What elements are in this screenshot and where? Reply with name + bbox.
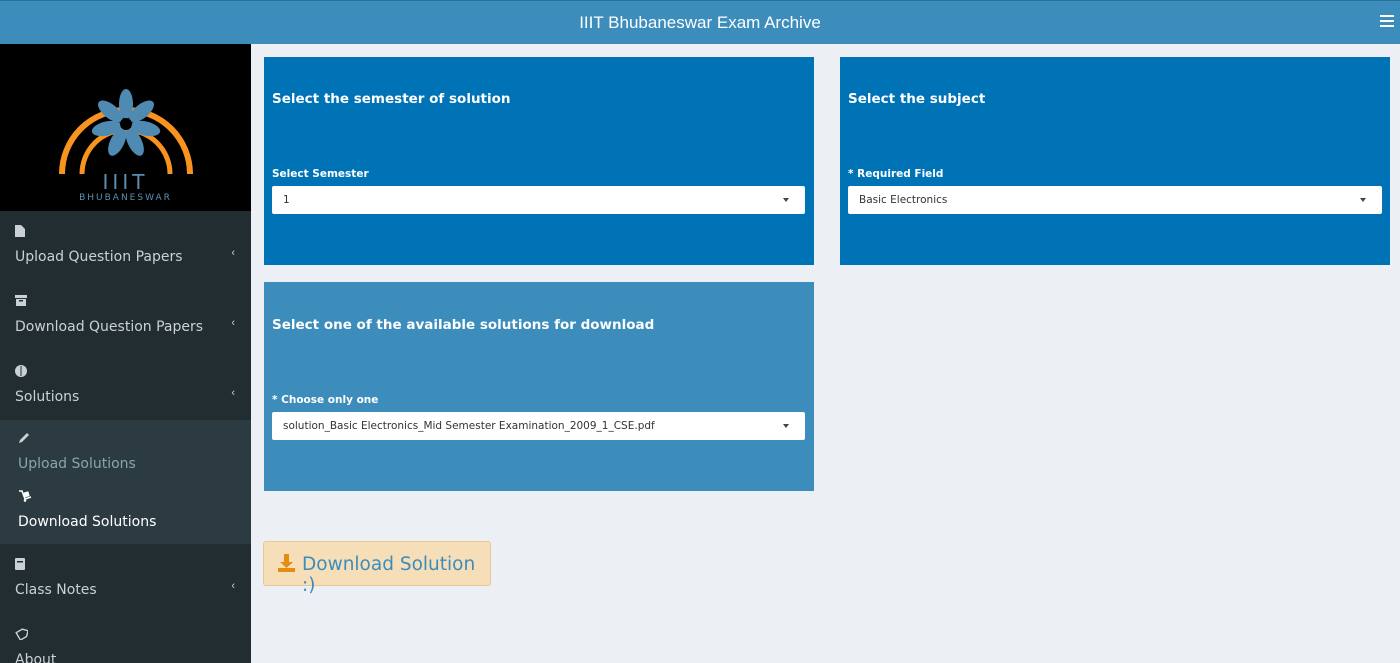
caret-down-icon [1360,198,1366,202]
submenu-item-download-solutions[interactable]: Download Solutions [0,482,251,540]
sidebar-item-class-notes[interactable]: Class Notes ‹ [0,544,251,614]
dolly-icon [18,490,32,505]
sidebar-item-label: Solutions [15,389,80,405]
caret-down-icon [783,424,789,428]
chevron-left-icon: ‹ [231,580,235,592]
solution-file-select[interactable]: solution_Basic Electronics_Mid Semester … [272,412,805,440]
app-title: IIIT Bhubaneswar Exam Archive [579,13,821,32]
logo-text: IIIT [102,170,149,194]
pencil-icon [18,432,30,447]
sidebar-item-solutions[interactable]: Solutions ‹ [0,351,251,421]
caret-down-icon [783,198,789,202]
subject-select-value: Basic Electronics [859,194,948,206]
submenu-item-label: Upload Solutions [18,456,136,472]
file-icon [15,225,27,237]
solutions-submenu: Upload Solutions Download Solutions [0,420,251,544]
archive-icon [15,295,27,307]
book-icon [15,558,27,570]
download-icon [277,554,296,578]
logo-subtext: BHUBANESWAR [79,193,172,203]
subject-label: * Required Field [848,168,944,180]
submenu-item-upload-solutions[interactable]: Upload Solutions [0,424,251,482]
chevron-left-icon: ‹ [231,247,235,259]
solutions-label: * Choose only one [272,394,379,406]
semester-panel: Select the semester of solution Select S… [264,57,814,265]
chevron-left-icon: ‹ [231,387,235,399]
sidebar-item-label: About [15,652,57,663]
solutions-panel-title: Select one of the available solutions fo… [272,317,655,333]
sidebar-item-upload-question-papers[interactable]: Upload Question Papers ‹ [0,211,251,281]
semester-label: Select Semester [272,168,369,180]
sidebar-item-download-question-papers[interactable]: Download Question Papers ‹ [0,281,251,351]
sidebar-item-label: Upload Question Papers [15,249,183,265]
iiit-logo: IIIT BHUBANESWAR [0,44,251,211]
solution-file-select-value: solution_Basic Electronics_Mid Semester … [283,420,655,432]
semester-panel-title: Select the semester of solution [272,91,511,107]
submenu-item-label: Download Solutions [18,514,157,530]
solutions-panel: Select one of the available solutions fo… [264,282,814,491]
semester-select-value: 1 [283,194,290,206]
semester-select[interactable]: 1 [272,186,805,214]
subject-panel-title: Select the subject [848,91,986,107]
chevron-left-icon: ‹ [231,317,235,329]
sidebar-item-label: Download Question Papers [15,319,204,335]
logo-emblem-icon [59,89,193,174]
sidebar: IIIT BHUBANESWAR Upload Question Papers … [0,44,251,663]
sidebar-item-about[interactable]: About [0,614,251,663]
subject-select[interactable]: Basic Electronics [848,186,1382,214]
hamburger-icon[interactable] [1380,15,1394,29]
download-solution-label: Download Solution :) [302,554,476,596]
tag-icon [15,628,29,642]
subject-panel: Select the subject * Required Field Basi… [840,57,1390,265]
sidebar-item-label: Class Notes [15,582,97,598]
brain-icon [15,365,27,377]
download-solution-button[interactable]: Download Solution :) [263,541,491,596]
top-navbar: IIIT Bhubaneswar Exam Archive [0,0,1400,44]
